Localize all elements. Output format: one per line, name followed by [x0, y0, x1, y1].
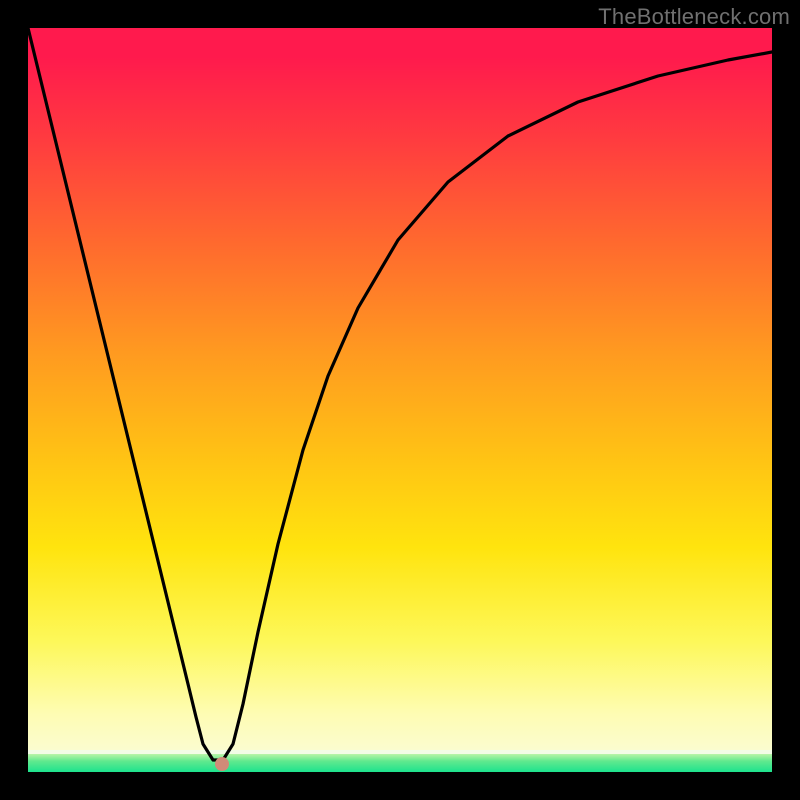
marker-dot — [215, 757, 229, 771]
chart-frame — [28, 28, 772, 772]
bottleneck-curve — [28, 28, 772, 772]
watermark-text: TheBottleneck.com — [598, 4, 790, 30]
